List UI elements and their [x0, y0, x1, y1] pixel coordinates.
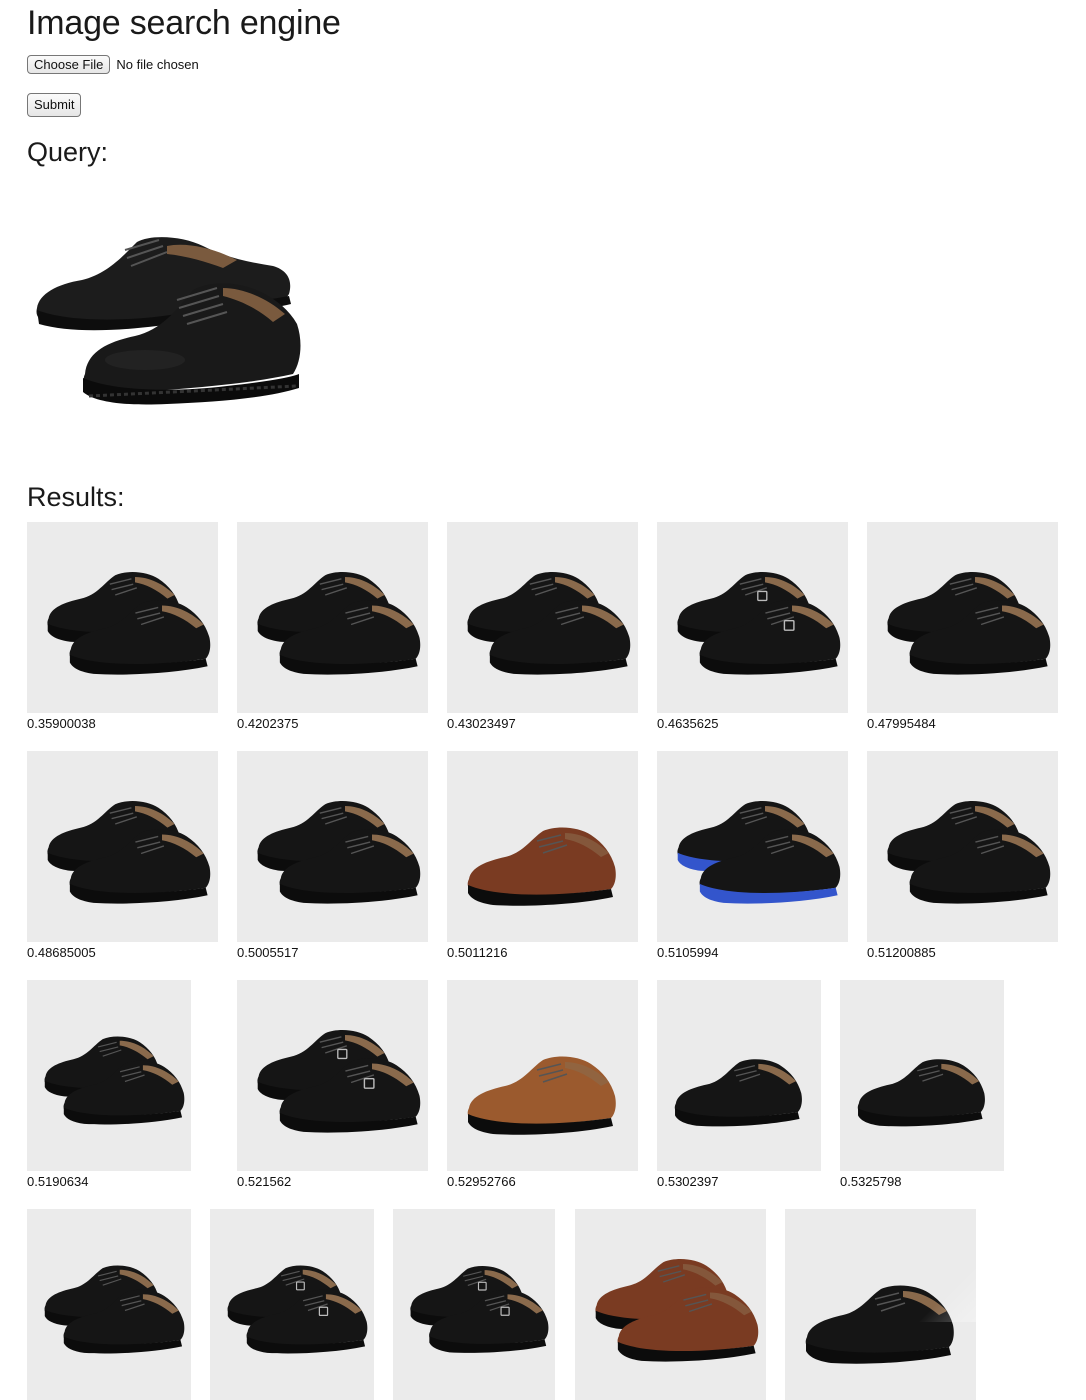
submit-row: Submit [27, 93, 82, 117]
shoe-icon [467, 572, 631, 675]
result-score: 0.5325798 [840, 1174, 902, 1189]
result-image[interactable] [575, 1209, 766, 1400]
result-image[interactable] [27, 980, 191, 1171]
monk-shoe-icon [677, 572, 841, 675]
shoe-icon [887, 572, 1051, 675]
result-image[interactable] [237, 980, 428, 1171]
result-score: 0.47995484 [867, 716, 936, 731]
shoe-icon [44, 1036, 185, 1125]
result-image[interactable] [237, 751, 428, 942]
result-score: 0.5011216 [447, 945, 508, 960]
result-score: 0.35900038 [27, 716, 96, 731]
page-title: Image search engine [27, 4, 341, 42]
result-image[interactable] [27, 1209, 191, 1400]
monk-shoe-icon [257, 1030, 421, 1133]
result-image[interactable] [840, 980, 1004, 1171]
file-status-text: No file chosen [116, 56, 199, 72]
derby-shoe-pair-icon [36, 237, 301, 405]
monk-shoe-icon [227, 1265, 368, 1354]
result-score: 0.4635625 [657, 716, 719, 731]
shoe-icon [44, 1265, 185, 1354]
result-image[interactable] [27, 751, 218, 942]
result-score: 0.4202375 [237, 716, 299, 731]
result-score: 0.5105994 [657, 945, 719, 960]
shoe-icon [595, 1259, 759, 1362]
result-score: 0.51200885 [867, 945, 936, 960]
query-image [27, 176, 312, 466]
result-image[interactable] [657, 980, 821, 1171]
result-score: 0.5302397 [657, 1174, 719, 1189]
result-image[interactable] [237, 522, 428, 713]
result-image[interactable] [657, 751, 848, 942]
shoe-icon [467, 1056, 616, 1135]
result-image[interactable] [447, 751, 638, 942]
shoe-icon [467, 827, 616, 906]
shoe-icon [674, 1059, 802, 1127]
shoe-icon [47, 572, 211, 675]
result-image[interactable] [657, 522, 848, 713]
shoe-icon [257, 801, 421, 904]
results-heading: Results: [27, 482, 125, 512]
result-image[interactable] [210, 1209, 374, 1400]
result-image[interactable] [27, 522, 218, 713]
query-heading: Query: [27, 137, 109, 167]
bottom-fade [906, 1262, 1086, 1322]
result-score: 0.521562 [237, 1174, 292, 1189]
result-score: 0.5190634 [27, 1174, 89, 1189]
result-score: 0.48685005 [27, 945, 96, 960]
result-image[interactable] [447, 980, 638, 1171]
result-score: 0.52952766 [447, 1174, 516, 1189]
choose-file-button[interactable]: Choose File [27, 54, 111, 74]
submit-button[interactable]: Submit [27, 93, 82, 117]
result-score: 0.43023497 [447, 716, 516, 731]
shoe-icon [677, 801, 841, 904]
shoe-icon [257, 572, 421, 675]
shoe-icon [887, 801, 1051, 904]
result-score: 0.5005517 [237, 945, 299, 960]
result-image[interactable] [867, 751, 1058, 942]
shoe-icon [857, 1059, 985, 1127]
result-image[interactable] [447, 522, 638, 713]
result-image[interactable] [393, 1209, 555, 1400]
file-upload: Choose File No file chosen [27, 54, 199, 74]
shoe-icon [47, 801, 211, 904]
monk-shoe-icon [410, 1265, 549, 1353]
result-image[interactable] [867, 522, 1058, 713]
